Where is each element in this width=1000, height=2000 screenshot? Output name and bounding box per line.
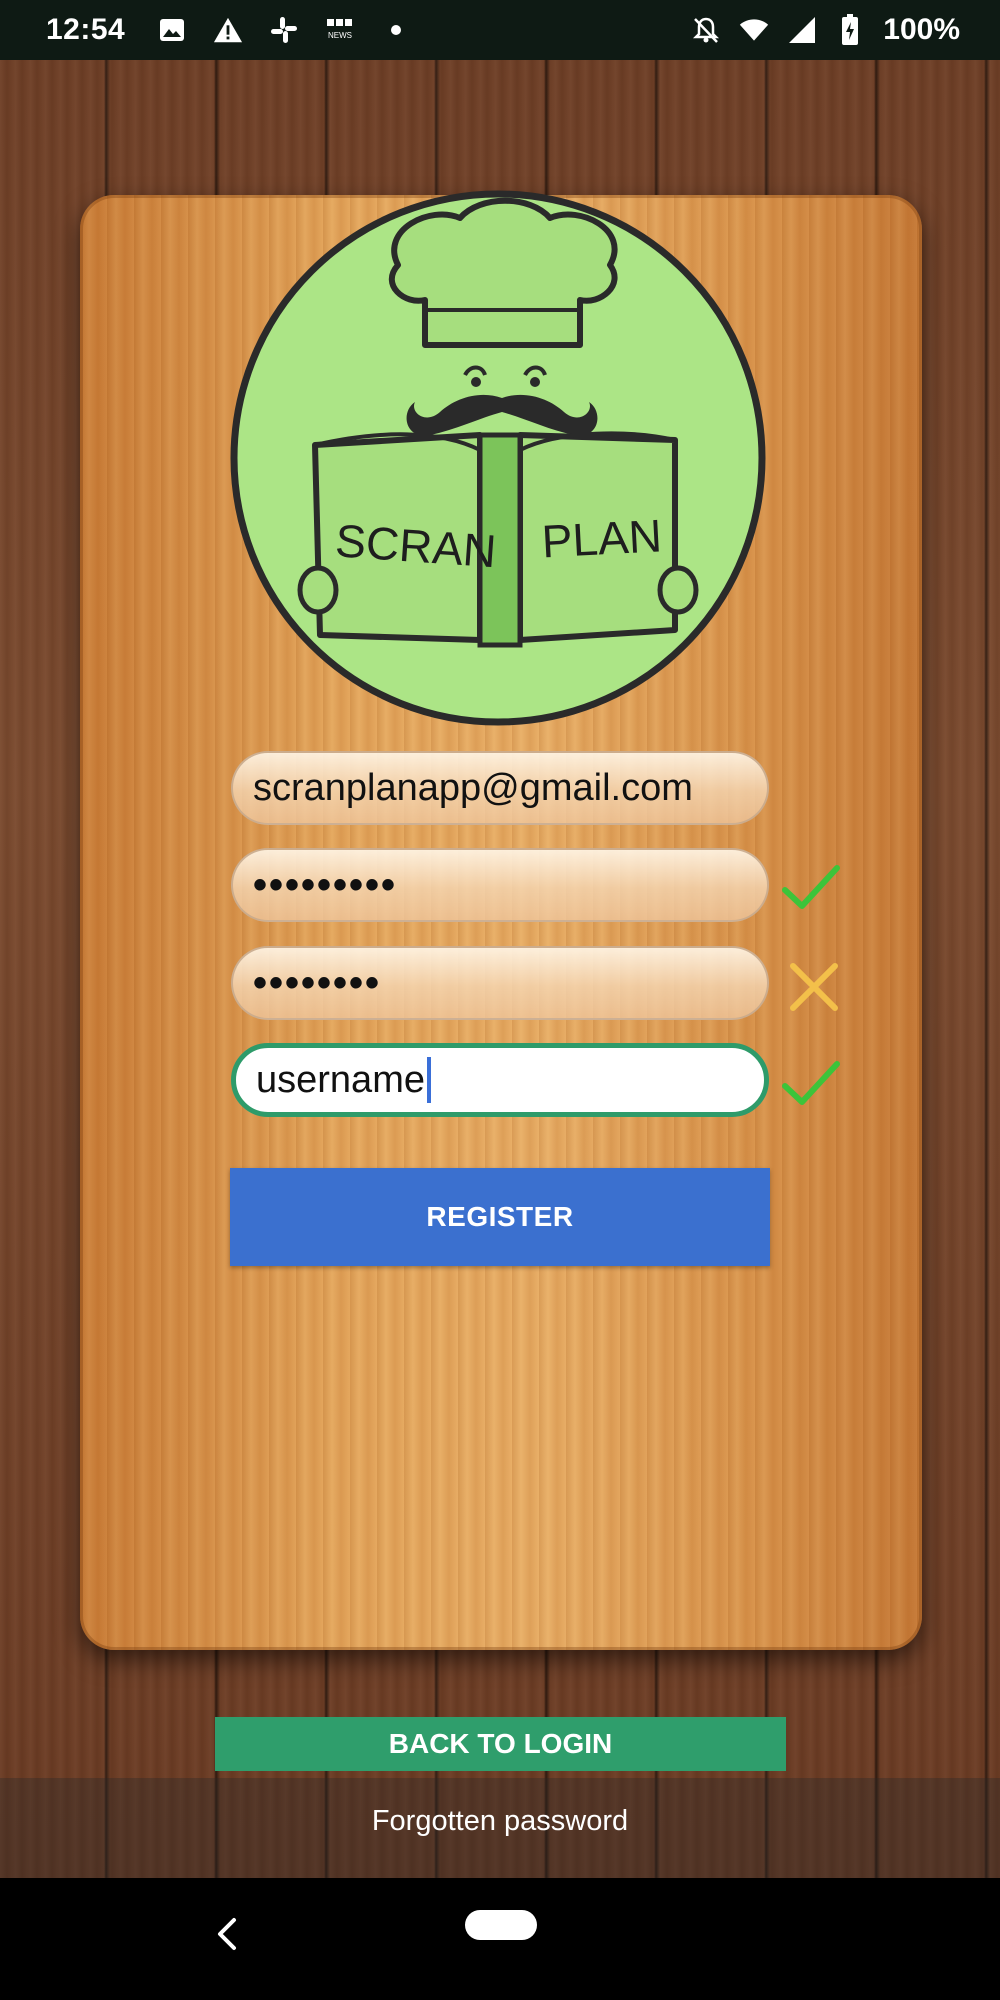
signal-icon [787, 15, 817, 45]
confirm-password-field[interactable]: •••••••• [231, 946, 769, 1020]
back-to-login-button[interactable]: BACK TO LOGIN [215, 1717, 786, 1771]
logo-text-plan: PLAN [540, 509, 663, 567]
email-value: scranplanapp@gmail.com [253, 766, 693, 809]
confirm-password-value: •••••••• [253, 960, 382, 1005]
dot-icon [381, 15, 411, 45]
confirm-password-invalid-x-icon [790, 963, 838, 1011]
forgotten-password-link[interactable]: Forgotten password [0, 1805, 1000, 1838]
email-field[interactable]: scranplanapp@gmail.com [231, 751, 769, 825]
password-valid-check-icon [782, 865, 840, 909]
username-valid-check-icon [782, 1061, 840, 1105]
battery-percent: 100% [883, 13, 960, 46]
status-time: 12:54 [46, 13, 126, 46]
back-icon[interactable] [208, 1914, 248, 1954]
scran-plan-logo: SCRAN PLAN [230, 190, 766, 726]
battery-icon [835, 14, 865, 45]
chef-hat-icon [388, 197, 618, 348]
register-button[interactable]: REGISTER [230, 1168, 770, 1266]
slack-icon [269, 15, 299, 45]
status-bar: 12:54 NEWS 100% [0, 0, 1000, 60]
home-pill-icon[interactable] [465, 1910, 537, 1940]
bbc-news-icon: NEWS [325, 15, 355, 45]
image-icon [157, 15, 187, 45]
username-value: username [256, 1058, 425, 1101]
notification-icons: NEWS [157, 15, 411, 45]
warning-icon [213, 15, 243, 45]
username-field[interactable]: username [231, 1043, 769, 1117]
wifi-icon [739, 15, 769, 45]
text-cursor [426, 1057, 431, 1103]
svg-text:NEWS: NEWS [328, 31, 352, 40]
system-icons: 100% [691, 13, 960, 47]
notifications-off-icon [691, 15, 721, 45]
navigation-bar [0, 1878, 1000, 2000]
password-field[interactable]: ••••••••• [231, 848, 769, 922]
password-value: ••••••••• [253, 862, 398, 907]
